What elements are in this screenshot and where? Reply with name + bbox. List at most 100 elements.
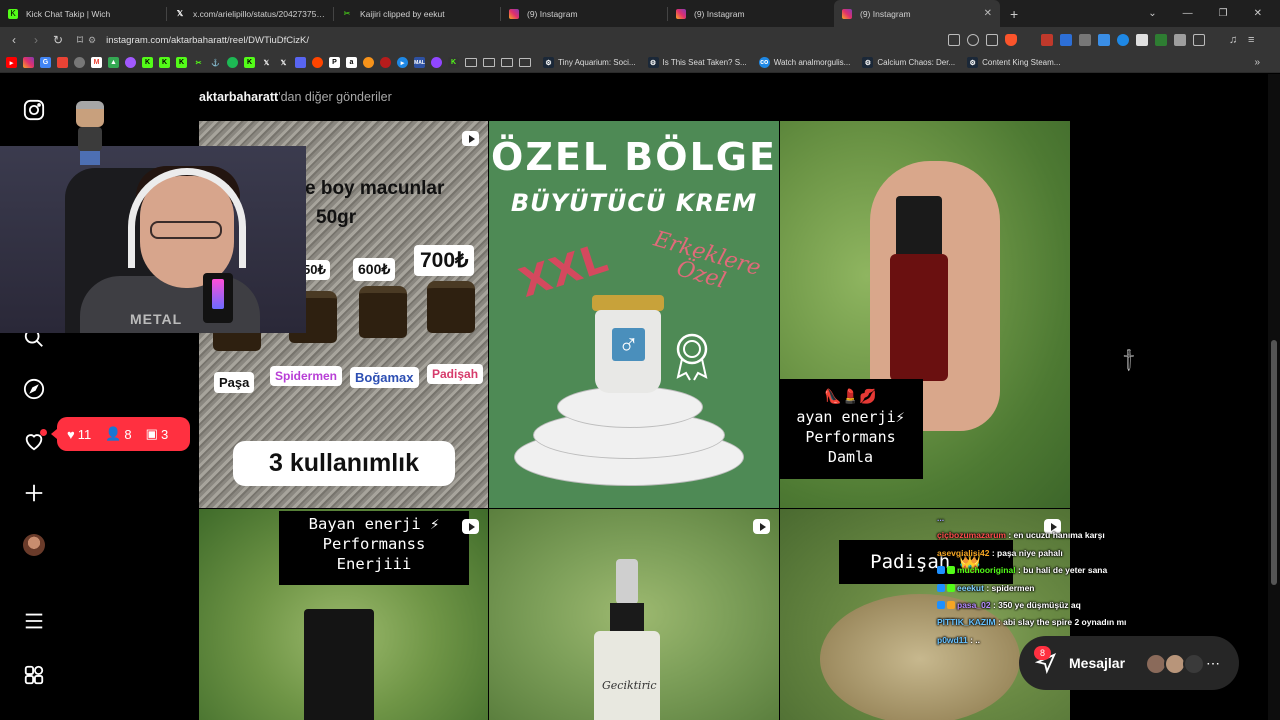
instagram-icon[interactable] <box>23 57 34 68</box>
address-bar[interactable]: ⚙ instagram.com/aktarbaharatt/reel/DWTiu… <box>88 30 1038 50</box>
back-icon[interactable]: ‹ <box>4 33 24 47</box>
media-icon[interactable]: ♫ <box>1229 34 1241 46</box>
folder-icon[interactable] <box>519 58 531 67</box>
kick-icon[interactable]: K <box>448 57 459 68</box>
extension-icon[interactable] <box>1041 34 1053 46</box>
close-tab-icon[interactable]: ✕ <box>984 8 992 19</box>
kick-clip-icon[interactable]: ✂ <box>193 57 204 68</box>
tab-search-icon[interactable]: ⌄ <box>1148 8 1156 19</box>
bookmark-label: Content King Steam... <box>982 58 1061 67</box>
photos-icon[interactable] <box>57 57 68 68</box>
kick-icon[interactable]: K <box>142 57 153 68</box>
restore-icon[interactable]: ❐ <box>1219 8 1228 19</box>
extension-icon[interactable] <box>1193 34 1205 46</box>
x-icon[interactable]: 𝕏 <box>278 57 289 68</box>
also-from-meta-icon[interactable] <box>22 663 46 687</box>
tab-instagram-1[interactable]: (9) Instagram <box>501 0 667 27</box>
more-options-icon[interactable]: ⋯ <box>1206 655 1220 672</box>
chat-line: ... <box>937 510 1177 527</box>
bookmark-content-king[interactable]: ⚙ Content King Steam... <box>967 57 1060 68</box>
share-icon[interactable] <box>986 34 998 46</box>
emoji-row: 👠💄💋 <box>824 389 877 405</box>
post-performans-damla[interactable]: 👠💄💋 ayan enerji⚡ Performans Damla <box>780 121 1070 508</box>
kick-icon[interactable]: K <box>244 57 255 68</box>
site-info-icon[interactable]: ⚙ <box>88 35 96 46</box>
extension-icon[interactable] <box>1060 34 1072 46</box>
bitcoin-icon[interactable] <box>363 57 374 68</box>
gmail-icon[interactable]: M <box>91 57 102 68</box>
chat-message: : abi slay the spire 2 oynadın mı <box>997 617 1127 628</box>
brave-shield-icon[interactable] <box>1005 34 1017 46</box>
extension-icon[interactable] <box>1174 34 1186 46</box>
folder-icon[interactable] <box>483 58 495 67</box>
patreon-icon[interactable]: P <box>329 57 340 68</box>
tab-kick-clip[interactable]: ✂ Kaijiri clipped by eekut <box>334 0 500 27</box>
new-tab-icon[interactable]: + <box>1010 6 1018 22</box>
forward-icon[interactable]: › <box>26 33 46 47</box>
chat-line: PITTIK_KAZIM : abi slay the spire 2 oyna… <box>937 614 1177 631</box>
close-window-icon[interactable]: ✕ <box>1254 8 1262 19</box>
post-bayan-enerji[interactable]: Bayan enerji ⚡ Performanss Enerjiii <box>199 509 488 720</box>
post-ozel-bolge-krem[interactable]: ÖZEL BÖLGE BÜYÜTÜCÜ KREM XXL Erkeklere Ö… <box>489 121 779 508</box>
kick-clip-icon: ✂ <box>343 9 351 18</box>
kick-icon[interactable]: K <box>176 57 187 68</box>
kick-icon[interactable]: K <box>159 57 170 68</box>
more-menu-icon[interactable] <box>22 609 46 633</box>
tab-instagram-2[interactable]: (9) Instagram <box>668 0 834 27</box>
more-bookmarks-icon[interactable]: » <box>1254 57 1260 68</box>
extension-icon[interactable] <box>1136 34 1148 46</box>
spotify-icon[interactable] <box>227 57 238 68</box>
scrollbar-thumb[interactable] <box>1271 340 1277 585</box>
zoom-icon[interactable] <box>967 34 979 46</box>
x-icon[interactable]: 𝕏 <box>261 57 272 68</box>
instagram-logo-icon[interactable] <box>22 98 46 122</box>
menu-icon[interactable]: ≡ <box>1248 34 1260 46</box>
discord-icon[interactable] <box>295 57 306 68</box>
figma-icon[interactable] <box>125 57 136 68</box>
notifications-heart-icon[interactable] <box>22 429 47 453</box>
shirt-text: METAL <box>130 311 183 327</box>
drive-icon[interactable]: ▲ <box>108 57 119 68</box>
globe-icon[interactable] <box>74 57 85 68</box>
tab-instagram-active[interactable]: (9) Instagram ✕ <box>834 0 1000 27</box>
extension-icon[interactable] <box>1079 34 1091 46</box>
badge-icon <box>947 566 955 575</box>
anchor-icon[interactable]: ⚓ <box>210 57 221 68</box>
post-geciktirici-sprey[interactable]: Geciktiric <box>489 509 779 720</box>
folder-icon[interactable] <box>465 58 477 67</box>
twitch-icon[interactable] <box>431 57 442 68</box>
folder-icon[interactable] <box>501 58 513 67</box>
activity-notification-popup[interactable]: ♥ 11 👤 8 ▣ 3 <box>51 417 190 451</box>
bookmark-watch[interactable]: co Watch analmorgulis... <box>758 57 851 68</box>
tab-x-status[interactable]: 𝕏 x.com/arielipillo/status/20427375277 <box>167 0 333 27</box>
bookmark-label: Watch analmorgulis... <box>773 58 851 67</box>
app-icon[interactable] <box>380 57 391 68</box>
profile-username-link[interactable]: aktarbaharatt <box>199 90 278 104</box>
play-icon[interactable]: ▸ <box>397 57 408 68</box>
bookmark-icon[interactable]: ⌑ <box>70 33 90 47</box>
profile-avatar[interactable] <box>22 533 46 557</box>
instagram-icon <box>842 8 852 19</box>
reddit-icon[interactable] <box>312 57 323 68</box>
minimize-icon[interactable]: — <box>1183 8 1193 19</box>
chat-message: : 350 ye düşmüşüz aq <box>992 600 1081 611</box>
create-post-icon[interactable] <box>22 481 46 505</box>
mal-icon[interactable]: MAL <box>414 57 425 68</box>
explore-icon[interactable] <box>22 377 46 401</box>
cast-icon[interactable] <box>948 34 960 46</box>
bookmark-tiny-aquarium[interactable]: ⚙ Tiny Aquarium: Soci... <box>543 57 636 68</box>
reload-icon[interactable]: ↻ <box>48 33 68 47</box>
tab-kick-chat[interactable]: K Kick Chat Takip | Wich <box>0 0 166 27</box>
extension-icon[interactable] <box>1117 34 1129 46</box>
amazon-icon[interactable]: a <box>346 57 357 68</box>
page-scrollbar[interactable] <box>1268 74 1280 720</box>
extension-icon[interactable] <box>1098 34 1110 46</box>
post-caption-box: Bayan enerji ⚡ Performanss Enerjiii <box>279 511 469 585</box>
extension-icon[interactable] <box>1155 34 1167 46</box>
youtube-icon[interactable]: ▸ <box>6 57 17 68</box>
bookmark-seat-taken[interactable]: ⚙ Is This Seat Taken? S... <box>647 57 747 68</box>
translate-icon[interactable]: G <box>40 57 51 68</box>
bookmark-calcium-chaos[interactable]: ⚙ Calcium Chaos: Der... <box>862 57 955 68</box>
3d-avatar-figure <box>72 101 108 165</box>
chat-user: eeekut <box>957 582 984 593</box>
